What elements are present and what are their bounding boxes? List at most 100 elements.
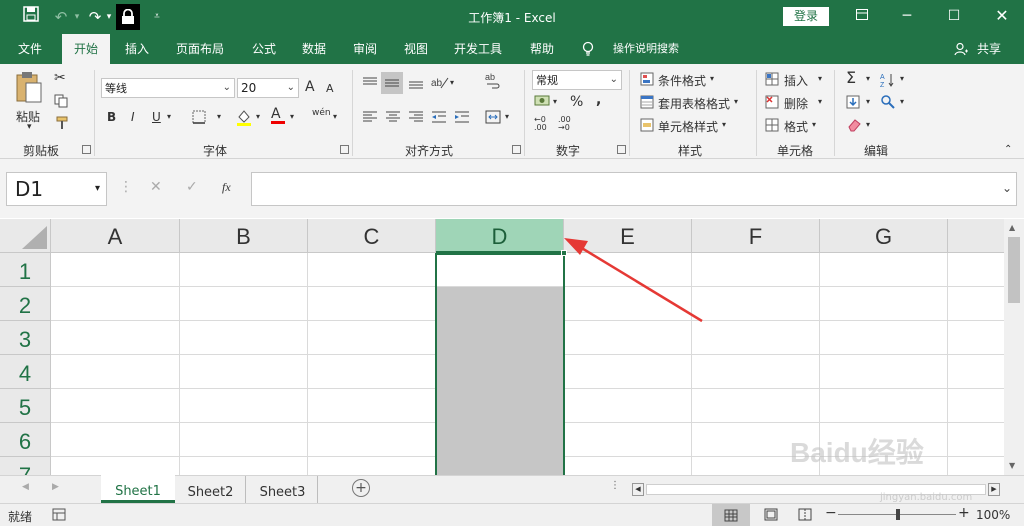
underline-button[interactable]: U — [152, 110, 161, 124]
borders-dropdown-icon[interactable]: ▾ — [217, 112, 221, 121]
expand-formula-icon[interactable]: ⌄ — [1002, 181, 1012, 195]
name-box-dropdown-icon[interactable]: ▾ — [95, 173, 100, 205]
row-header-7[interactable]: 7 — [0, 457, 51, 475]
percent-style-button[interactable]: % — [570, 94, 583, 110]
autosum-icon[interactable]: Σ — [846, 68, 856, 87]
merge-dropdown-icon[interactable]: ▾ — [505, 112, 509, 121]
row-header-3[interactable]: 3 — [0, 321, 51, 355]
cell-styles-button[interactable]: 单元格样式 — [658, 118, 718, 135]
vertical-scrollbar[interactable]: ▲ ▼ — [1004, 219, 1024, 475]
font-color-icon[interactable]: A — [271, 106, 285, 124]
format-cells-button[interactable]: 格式 — [784, 118, 808, 135]
tab-split-icon[interactable]: ⋮ — [610, 480, 620, 491]
find-select-icon[interactable] — [880, 94, 896, 113]
tab-file[interactable]: 文件 — [10, 34, 50, 64]
share-button[interactable]: 共享 — [972, 34, 1006, 64]
align-bottom-icon[interactable] — [408, 76, 424, 93]
insert-function-icon[interactable]: fx — [222, 180, 231, 195]
paste-dropdown-icon[interactable]: ▾ — [27, 122, 32, 132]
align-right-icon[interactable] — [408, 110, 424, 127]
sheet-tab-sheet1[interactable]: Sheet1 — [101, 475, 175, 503]
maximize-icon[interactable]: ☐ — [940, 4, 968, 28]
cell-styles-icon[interactable] — [640, 118, 654, 135]
column-header-g[interactable]: G — [820, 219, 948, 253]
scroll-down-icon[interactable]: ▼ — [1009, 461, 1015, 470]
column-header-c[interactable]: C — [308, 219, 436, 253]
conditional-dropdown-icon[interactable]: ▾ — [710, 74, 714, 83]
page-break-view-icon[interactable] — [798, 508, 812, 524]
align-left-icon[interactable] — [362, 110, 378, 127]
shrink-font-icon[interactable]: A — [326, 82, 334, 95]
borders-icon[interactable] — [192, 110, 206, 127]
fill-icon[interactable] — [846, 95, 860, 112]
new-sheet-icon[interactable]: + — [352, 479, 370, 497]
prev-sheet-icon[interactable]: ◀ — [22, 482, 29, 492]
accounting-dropdown-icon[interactable]: ▾ — [553, 97, 557, 106]
zoom-in-button[interactable]: + — [958, 505, 970, 521]
tell-me-search[interactable]: 操作说明搜索 — [604, 34, 688, 64]
increase-indent-icon[interactable] — [454, 110, 470, 127]
font-color-dropdown-icon[interactable]: ▾ — [290, 112, 294, 121]
tab-help[interactable]: 帮助 — [522, 34, 562, 64]
row-header-4[interactable]: 4 — [0, 355, 51, 389]
scroll-right-icon[interactable]: ▶ — [988, 483, 1000, 496]
next-sheet-icon[interactable]: ▶ — [52, 482, 59, 492]
normal-view-icon[interactable] — [712, 504, 750, 526]
tab-home[interactable]: 开始 — [62, 34, 110, 64]
delete-cells-icon[interactable] — [765, 95, 779, 112]
row-header-5[interactable]: 5 — [0, 389, 51, 423]
column-header-b[interactable]: B — [180, 219, 308, 253]
paste-icon[interactable] — [14, 70, 48, 106]
fill-color-dropdown-icon[interactable]: ▾ — [256, 112, 260, 121]
font-launcher-icon[interactable] — [340, 145, 349, 154]
fill-color-icon[interactable] — [236, 108, 252, 129]
cut-icon[interactable]: ✂ — [54, 70, 66, 86]
font-name-combo[interactable]: 等线 ⌄ — [101, 78, 235, 98]
decrease-indent-icon[interactable] — [431, 110, 447, 127]
format-dropdown-icon[interactable]: ▾ — [812, 120, 816, 129]
column-header-a[interactable]: A — [51, 219, 180, 253]
find-dropdown-icon[interactable]: ▾ — [900, 97, 904, 106]
delete-cells-button[interactable]: 删除 — [784, 95, 808, 112]
clear-dropdown-icon[interactable]: ▾ — [866, 120, 870, 129]
clear-icon[interactable] — [846, 118, 862, 135]
align-top-icon[interactable] — [362, 76, 378, 93]
italic-button[interactable]: I — [131, 110, 135, 124]
macro-record-icon[interactable] — [52, 508, 66, 524]
phonetic-dropdown-icon[interactable]: ▾ — [333, 112, 337, 121]
orientation-dropdown-icon[interactable]: ▾ — [450, 78, 454, 87]
format-painter-icon[interactable] — [56, 116, 72, 133]
tab-insert[interactable]: 插入 — [116, 34, 158, 64]
insert-cells-button[interactable]: 插入 — [784, 72, 808, 89]
row-header-6[interactable]: 6 — [0, 423, 51, 457]
column-header-partial[interactable] — [948, 219, 1004, 253]
name-box[interactable]: D1 ▾ — [6, 172, 107, 206]
worksheet-grid[interactable]: A B C D E F G 1 2 3 4 5 6 7 Baidu经验 — [0, 219, 1004, 475]
format-cells-icon[interactable] — [765, 118, 779, 135]
format-as-table-button[interactable]: 套用表格格式 — [658, 95, 730, 112]
user-icon[interactable] — [952, 34, 970, 64]
conditional-formatting-button[interactable]: 条件格式 — [658, 72, 706, 89]
zoom-level[interactable]: 100% — [976, 508, 1010, 522]
tab-data[interactable]: 数据 — [294, 34, 334, 64]
scroll-up-icon[interactable]: ▲ — [1009, 223, 1015, 232]
row-header-2[interactable]: 2 — [0, 287, 51, 321]
minimize-icon[interactable]: ─ — [893, 4, 921, 28]
delete-dropdown-icon[interactable]: ▾ — [818, 97, 822, 106]
sheet-tab-sheet3[interactable]: Sheet3 — [248, 476, 318, 503]
sort-dropdown-icon[interactable]: ▾ — [900, 74, 904, 83]
phonetic-guide-icon[interactable]: wén — [312, 108, 331, 118]
clipboard-launcher-icon[interactable] — [82, 145, 91, 154]
tab-view[interactable]: 视图 — [396, 34, 436, 64]
format-table-dropdown-icon[interactable]: ▾ — [734, 97, 738, 106]
collapse-ribbon-icon[interactable]: ⌃ — [1004, 144, 1012, 155]
scroll-left-icon[interactable]: ◀ — [632, 483, 644, 496]
close-icon[interactable]: ✕ — [988, 4, 1016, 28]
wrap-text-icon[interactable]: ab — [485, 72, 501, 93]
sheet-tab-sheet2[interactable]: Sheet2 — [176, 476, 246, 503]
autosum-dropdown-icon[interactable]: ▾ — [866, 74, 870, 83]
merge-center-icon[interactable] — [485, 110, 501, 127]
vertical-scroll-thumb[interactable] — [1008, 237, 1020, 303]
formula-input[interactable]: ⌄ — [251, 172, 1017, 206]
cancel-entry-icon[interactable]: ✕ — [150, 179, 162, 195]
